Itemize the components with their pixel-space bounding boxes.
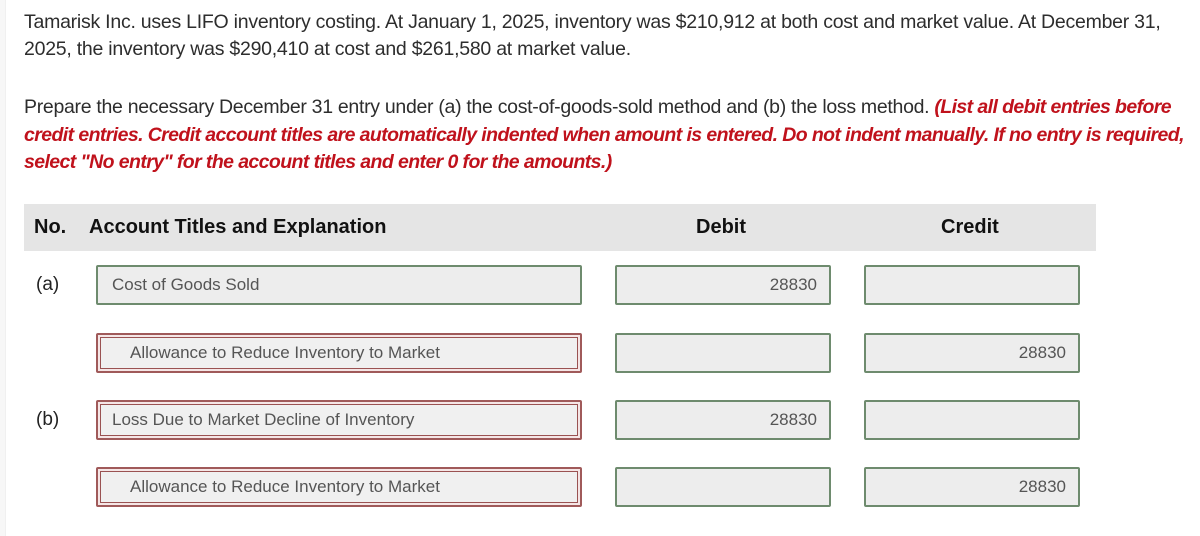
debit-amount-field[interactable] [615, 467, 831, 507]
account-title-field[interactable]: Allowance to Reduce Inventory to Market [96, 333, 582, 373]
header-no: No. [34, 216, 67, 238]
left-edge-divider [0, 0, 6, 536]
header-account-titles: Account Titles and Explanation [89, 216, 387, 238]
account-title-field[interactable]: Loss Due to Market Decline of Inventory [96, 400, 582, 440]
account-title-field[interactable]: Cost of Goods Sold [96, 265, 582, 305]
credit-amount-field[interactable]: 28830 [864, 333, 1080, 373]
entry-label-b: (b) [36, 409, 60, 430]
header-credit: Credit [941, 216, 999, 238]
instructions: Prepare the necessary December 31 entry … [24, 94, 1200, 177]
credit-amount-field[interactable] [864, 265, 1080, 305]
debit-amount-field[interactable] [615, 333, 831, 373]
instructions-prompt: Prepare the necessary December 31 entry … [24, 96, 935, 118]
credit-amount-field[interactable]: 28830 [864, 467, 1080, 507]
debit-amount-field[interactable]: 28830 [615, 265, 831, 305]
entry-label-a: (a) [36, 274, 60, 295]
debit-amount-field[interactable]: 28830 [615, 400, 831, 440]
problem-statement: Tamarisk Inc. uses LIFO inventory costin… [24, 11, 1161, 60]
account-title-field[interactable]: Allowance to Reduce Inventory to Market [96, 467, 582, 507]
header-debit: Debit [696, 216, 746, 238]
credit-amount-field[interactable] [864, 400, 1080, 440]
journal-table-header: No. Account Titles and Explanation Debit… [24, 204, 1096, 251]
